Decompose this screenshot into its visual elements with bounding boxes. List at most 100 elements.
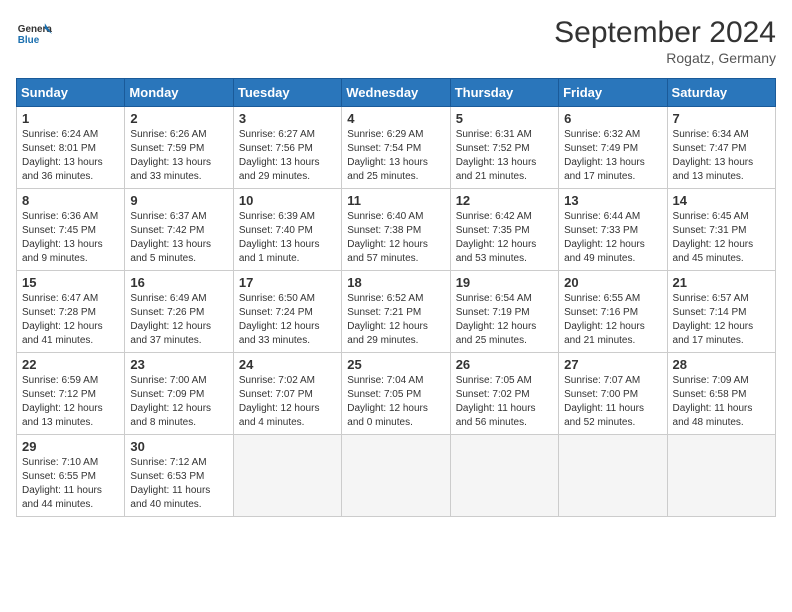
day-number: 5	[456, 111, 553, 126]
cell-info: Sunrise: 6:57 AMSunset: 7:14 PMDaylight:…	[673, 293, 754, 346]
day-number: 20	[564, 275, 661, 290]
calendar-cell: 23 Sunrise: 7:00 AMSunset: 7:09 PMDaylig…	[125, 353, 233, 435]
calendar-cell: 18 Sunrise: 6:52 AMSunset: 7:21 PMDaylig…	[342, 271, 450, 353]
calendar-cell: 10 Sunrise: 6:39 AMSunset: 7:40 PMDaylig…	[233, 189, 341, 271]
logo: General Blue	[16, 16, 52, 52]
calendar-cell: 8 Sunrise: 6:36 AMSunset: 7:45 PMDayligh…	[17, 189, 125, 271]
month-year: September 2024	[554, 16, 776, 50]
day-number: 11	[347, 193, 444, 208]
calendar-cell: 20 Sunrise: 6:55 AMSunset: 7:16 PMDaylig…	[559, 271, 667, 353]
calendar-cell: 19 Sunrise: 6:54 AMSunset: 7:19 PMDaylig…	[450, 271, 558, 353]
calendar-cell	[450, 435, 558, 517]
calendar-cell: 24 Sunrise: 7:02 AMSunset: 7:07 PMDaylig…	[233, 353, 341, 435]
day-number: 8	[22, 193, 119, 208]
cell-info: Sunrise: 6:36 AMSunset: 7:45 PMDaylight:…	[22, 211, 103, 264]
calendar-cell: 16 Sunrise: 6:49 AMSunset: 7:26 PMDaylig…	[125, 271, 233, 353]
cell-info: Sunrise: 6:55 AMSunset: 7:16 PMDaylight:…	[564, 293, 645, 346]
cell-info: Sunrise: 6:50 AMSunset: 7:24 PMDaylight:…	[239, 293, 320, 346]
day-number: 16	[130, 275, 227, 290]
calendar-week-4: 22 Sunrise: 6:59 AMSunset: 7:12 PMDaylig…	[17, 353, 776, 435]
calendar-cell: 29 Sunrise: 7:10 AMSunset: 6:55 PMDaylig…	[17, 435, 125, 517]
calendar-week-5: 29 Sunrise: 7:10 AMSunset: 6:55 PMDaylig…	[17, 435, 776, 517]
cell-info: Sunrise: 7:09 AMSunset: 6:58 PMDaylight:…	[673, 375, 753, 428]
day-number: 7	[673, 111, 770, 126]
day-number: 22	[22, 357, 119, 372]
day-number: 18	[347, 275, 444, 290]
calendar-cell	[559, 435, 667, 517]
cell-info: Sunrise: 6:44 AMSunset: 7:33 PMDaylight:…	[564, 211, 645, 264]
cell-info: Sunrise: 7:05 AMSunset: 7:02 PMDaylight:…	[456, 375, 536, 428]
cell-info: Sunrise: 6:37 AMSunset: 7:42 PMDaylight:…	[130, 211, 211, 264]
calendar-cell: 28 Sunrise: 7:09 AMSunset: 6:58 PMDaylig…	[667, 353, 775, 435]
calendar-cell: 26 Sunrise: 7:05 AMSunset: 7:02 PMDaylig…	[450, 353, 558, 435]
weekday-header-saturday: Saturday	[667, 79, 775, 107]
day-number: 14	[673, 193, 770, 208]
calendar-cell: 1 Sunrise: 6:24 AMSunset: 8:01 PMDayligh…	[17, 107, 125, 189]
calendar-cell: 15 Sunrise: 6:47 AMSunset: 7:28 PMDaylig…	[17, 271, 125, 353]
location: Rogatz, Germany	[554, 50, 776, 66]
day-number: 25	[347, 357, 444, 372]
day-number: 2	[130, 111, 227, 126]
calendar-cell: 30 Sunrise: 7:12 AMSunset: 6:53 PMDaylig…	[125, 435, 233, 517]
day-number: 15	[22, 275, 119, 290]
cell-info: Sunrise: 6:34 AMSunset: 7:47 PMDaylight:…	[673, 129, 754, 182]
cell-info: Sunrise: 6:45 AMSunset: 7:31 PMDaylight:…	[673, 211, 754, 264]
day-number: 23	[130, 357, 227, 372]
weekday-header-friday: Friday	[559, 79, 667, 107]
cell-info: Sunrise: 6:59 AMSunset: 7:12 PMDaylight:…	[22, 375, 103, 428]
day-number: 12	[456, 193, 553, 208]
svg-text:Blue: Blue	[18, 35, 40, 46]
calendar-cell: 6 Sunrise: 6:32 AMSunset: 7:49 PMDayligh…	[559, 107, 667, 189]
calendar-week-2: 8 Sunrise: 6:36 AMSunset: 7:45 PMDayligh…	[17, 189, 776, 271]
day-number: 3	[239, 111, 336, 126]
cell-info: Sunrise: 6:54 AMSunset: 7:19 PMDaylight:…	[456, 293, 537, 346]
cell-info: Sunrise: 6:49 AMSunset: 7:26 PMDaylight:…	[130, 293, 211, 346]
cell-info: Sunrise: 6:26 AMSunset: 7:59 PMDaylight:…	[130, 129, 211, 182]
calendar-cell	[667, 435, 775, 517]
cell-info: Sunrise: 6:52 AMSunset: 7:21 PMDaylight:…	[347, 293, 428, 346]
cell-info: Sunrise: 6:32 AMSunset: 7:49 PMDaylight:…	[564, 129, 645, 182]
cell-info: Sunrise: 6:24 AMSunset: 8:01 PMDaylight:…	[22, 129, 103, 182]
calendar-week-3: 15 Sunrise: 6:47 AMSunset: 7:28 PMDaylig…	[17, 271, 776, 353]
page-header: General Blue September 2024 Rogatz, Germ…	[16, 16, 776, 66]
calendar-cell: 25 Sunrise: 7:04 AMSunset: 7:05 PMDaylig…	[342, 353, 450, 435]
cell-info: Sunrise: 6:40 AMSunset: 7:38 PMDaylight:…	[347, 211, 428, 264]
day-number: 28	[673, 357, 770, 372]
calendar-cell: 11 Sunrise: 6:40 AMSunset: 7:38 PMDaylig…	[342, 189, 450, 271]
calendar-table: SundayMondayTuesdayWednesdayThursdayFrid…	[16, 78, 776, 517]
cell-info: Sunrise: 6:47 AMSunset: 7:28 PMDaylight:…	[22, 293, 103, 346]
cell-info: Sunrise: 6:29 AMSunset: 7:54 PMDaylight:…	[347, 129, 428, 182]
cell-info: Sunrise: 7:12 AMSunset: 6:53 PMDaylight:…	[130, 457, 210, 510]
logo-icon: General Blue	[16, 16, 52, 52]
cell-info: Sunrise: 7:02 AMSunset: 7:07 PMDaylight:…	[239, 375, 320, 428]
calendar-cell: 4 Sunrise: 6:29 AMSunset: 7:54 PMDayligh…	[342, 107, 450, 189]
calendar-cell	[342, 435, 450, 517]
calendar-cell: 5 Sunrise: 6:31 AMSunset: 7:52 PMDayligh…	[450, 107, 558, 189]
cell-info: Sunrise: 7:07 AMSunset: 7:00 PMDaylight:…	[564, 375, 644, 428]
calendar-cell: 14 Sunrise: 6:45 AMSunset: 7:31 PMDaylig…	[667, 189, 775, 271]
cell-info: Sunrise: 6:42 AMSunset: 7:35 PMDaylight:…	[456, 211, 537, 264]
cell-info: Sunrise: 7:04 AMSunset: 7:05 PMDaylight:…	[347, 375, 428, 428]
calendar-header: SundayMondayTuesdayWednesdayThursdayFrid…	[17, 79, 776, 107]
day-number: 6	[564, 111, 661, 126]
weekday-header-sunday: Sunday	[17, 79, 125, 107]
cell-info: Sunrise: 6:39 AMSunset: 7:40 PMDaylight:…	[239, 211, 320, 264]
day-number: 30	[130, 439, 227, 454]
day-number: 21	[673, 275, 770, 290]
day-number: 1	[22, 111, 119, 126]
weekday-header-tuesday: Tuesday	[233, 79, 341, 107]
weekday-header-row: SundayMondayTuesdayWednesdayThursdayFrid…	[17, 79, 776, 107]
day-number: 9	[130, 193, 227, 208]
cell-info: Sunrise: 7:00 AMSunset: 7:09 PMDaylight:…	[130, 375, 211, 428]
calendar-body: 1 Sunrise: 6:24 AMSunset: 8:01 PMDayligh…	[17, 107, 776, 517]
calendar-cell: 7 Sunrise: 6:34 AMSunset: 7:47 PMDayligh…	[667, 107, 775, 189]
day-number: 4	[347, 111, 444, 126]
calendar-cell: 12 Sunrise: 6:42 AMSunset: 7:35 PMDaylig…	[450, 189, 558, 271]
day-number: 29	[22, 439, 119, 454]
day-number: 19	[456, 275, 553, 290]
day-number: 17	[239, 275, 336, 290]
calendar-week-1: 1 Sunrise: 6:24 AMSunset: 8:01 PMDayligh…	[17, 107, 776, 189]
calendar-cell: 22 Sunrise: 6:59 AMSunset: 7:12 PMDaylig…	[17, 353, 125, 435]
title-block: September 2024 Rogatz, Germany	[554, 16, 776, 66]
day-number: 24	[239, 357, 336, 372]
